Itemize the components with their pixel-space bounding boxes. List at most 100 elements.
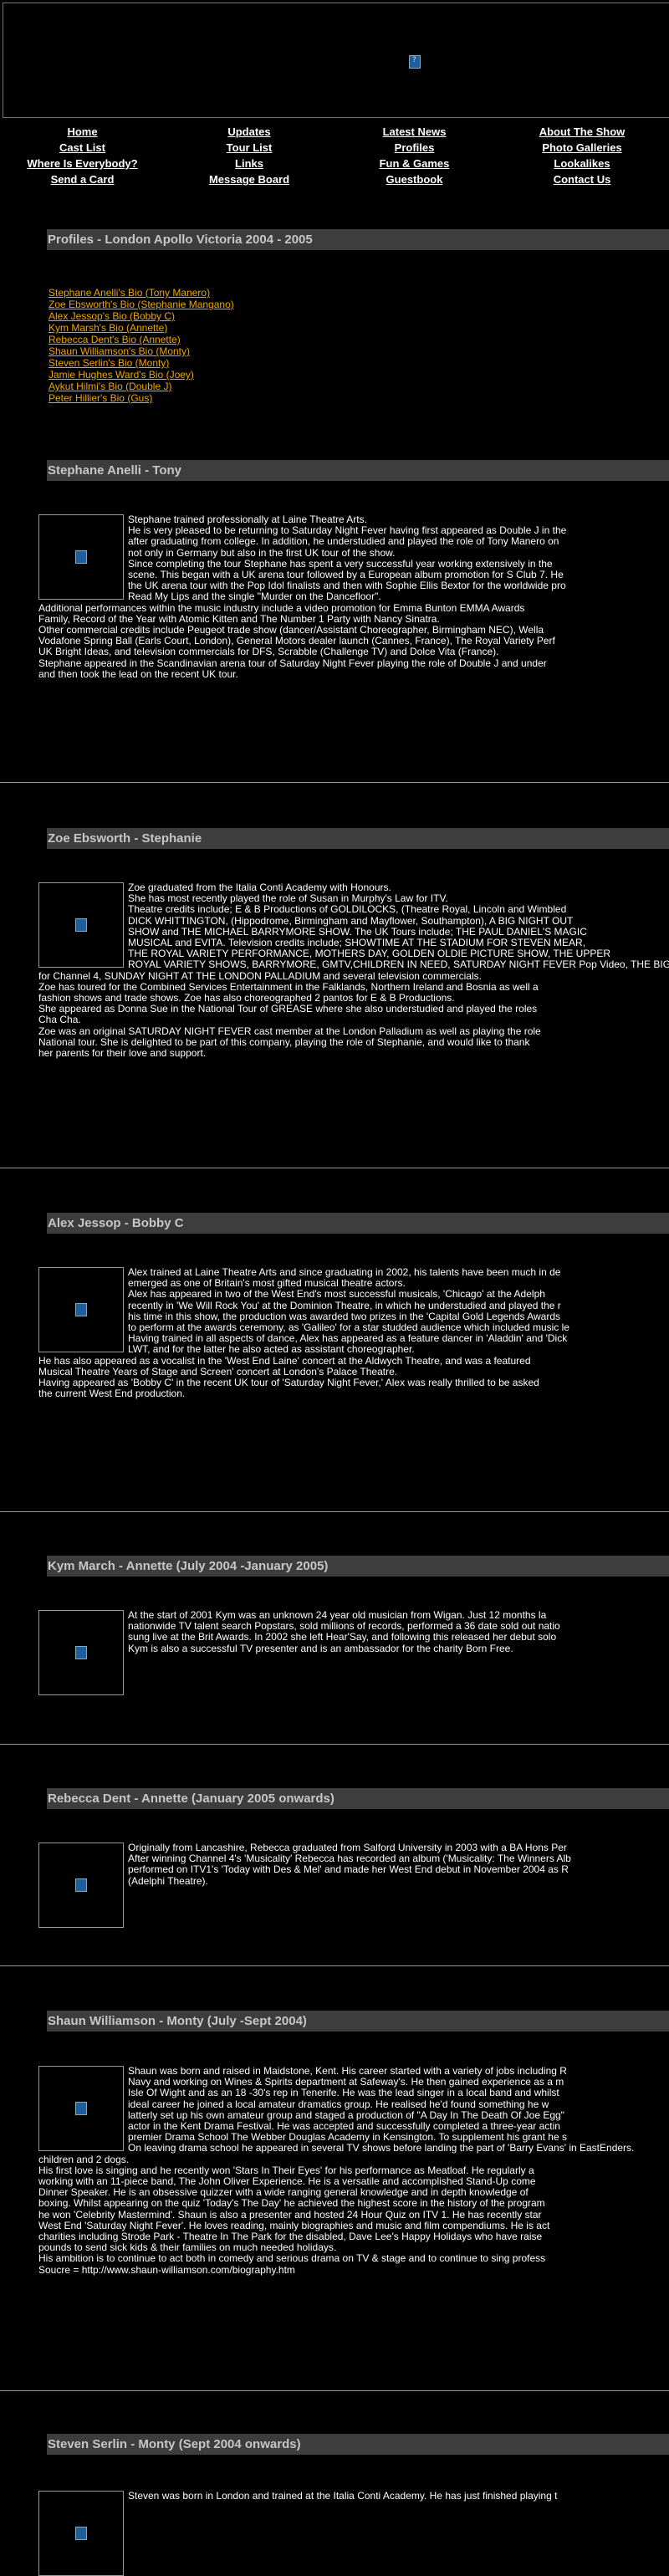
bio-line: (Adelphi Theatre). <box>128 1875 208 1887</box>
section-divider <box>0 782 669 783</box>
bio-heading: Stephane Anelli - Tony <box>47 460 669 481</box>
profile-photo <box>38 2491 124 2576</box>
bio-text: Shaun was born and raised in Maidstone, … <box>38 2066 669 2276</box>
profile-photo <box>38 1610 124 1695</box>
bio-line: His first love is singing and he recentl… <box>38 2165 534 2176</box>
bio-line: performed on ITV1's 'Today with Des & Me… <box>128 1864 569 1876</box>
bio-line: sung live at the Brit Awards. In 2002 sh… <box>128 1632 557 1643</box>
nav-link-cast-list[interactable]: Cast List <box>0 141 165 157</box>
bio-line: Stephane trained professionally at Laine… <box>128 514 367 525</box>
profile-link[interactable]: Kym Marsh's Bio (Annette) <box>49 322 234 334</box>
bio-line: the current West End production. <box>38 1388 186 1400</box>
profile-link[interactable]: Peter Hillier's Bio (Gus) <box>49 392 234 404</box>
nav-row: Home Updates Latest News About The Show <box>0 125 669 141</box>
bio-line: Dinner Speaker. He is an obsessive quizz… <box>38 2187 529 2199</box>
nav-link-photo-galleries[interactable]: Photo Galleries <box>495 141 669 157</box>
bio-line: Alex has appeared in two of the West End… <box>128 1289 545 1301</box>
bio-line: At the start of 2001 Kym was an unknown … <box>128 1610 547 1621</box>
nav-link-lookalikes[interactable]: Lookalikes <box>495 157 669 173</box>
bio-line: Zoe was an original SATURDAY NIGHT FEVER… <box>38 1025 541 1037</box>
bio-line: not only in Germany but also in the firs… <box>128 547 396 559</box>
bio-line: and then took the lead on the recent UK … <box>38 668 238 680</box>
profile-link[interactable]: Zoe Ebsworth's Bio (Stephanie Mangano) <box>49 299 234 310</box>
bio-heading: Rebecca Dent - Annette (January 2005 onw… <box>47 1788 669 1809</box>
bio-line: recently in 'We Will Rock You' at the Do… <box>128 1300 561 1311</box>
broken-image-icon <box>75 2527 87 2540</box>
bio-heading: Zoe Ebsworth - Stephanie <box>47 828 669 849</box>
bio-line: premier Drama School The Webber Douglas … <box>128 2132 567 2144</box>
bio-line: children and 2 dogs. <box>38 2154 130 2165</box>
profile-link[interactable]: Rebecca Dent's Bio (Annette) <box>49 334 234 345</box>
nav-link-profiles[interactable]: Profiles <box>334 141 495 157</box>
bio-line: Soucre = http://www.shaun-williamson.com… <box>38 2264 295 2276</box>
bio-line: Additional performances within the music… <box>38 602 525 614</box>
bio-line: fashion shows and trade shows. Zoe has a… <box>38 993 455 1004</box>
broken-image-icon <box>75 1878 87 1892</box>
bio-line: Since completing the tour Stephane has s… <box>128 558 553 570</box>
bio-line: National tour. She is delighted to be pa… <box>38 1036 530 1048</box>
broken-image-icon <box>75 2102 87 2115</box>
profile-link[interactable]: Alex Jessop's Bio (Bobby C) <box>49 310 234 322</box>
bio-line: Theatre credits include; E & B Productio… <box>128 904 567 916</box>
bio-line: latterly set up his own amateur group an… <box>128 2109 564 2121</box>
bio-line: Alex trained at Laine Theatre Arts and s… <box>128 1267 561 1278</box>
bio-line: for Channel 4, SUNDAY NIGHT AT THE LONDO… <box>38 970 482 982</box>
bio-line: MUSICAL and EVITA. Television credits in… <box>128 938 586 949</box>
nav-link-message-board[interactable]: Message Board <box>165 173 334 189</box>
bio-line: UK Bright Ideas, and television commerci… <box>38 647 499 658</box>
nav-link-tour-list[interactable]: Tour List <box>165 141 334 157</box>
bio-line: to perform at the awards ceremony, as 'G… <box>128 1322 569 1334</box>
bio-line: boxing. Whilst appearing on the quiz 'To… <box>38 2198 545 2210</box>
section-divider <box>0 1511 669 1512</box>
bio-line: ideal career he joined a local amateur d… <box>128 2098 549 2110</box>
profile-link[interactable]: Aykut Hilmi's Bio (Double J) <box>49 381 234 392</box>
profile-photo <box>38 1267 124 1352</box>
bio-line: Originally from Lancashire, Rebecca grad… <box>128 1843 567 1853</box>
broken-image-icon <box>75 1646 87 1659</box>
bio-line: West End 'Saturday Night Fever'. He love… <box>38 2220 550 2231</box>
nav-link-guestbook[interactable]: Guestbook <box>334 173 495 189</box>
nav-link-contact-us[interactable]: Contact Us <box>495 173 669 189</box>
bio-line: He has also appeared as a vocalist in th… <box>38 1355 531 1367</box>
nav-link-links[interactable]: Links <box>165 157 334 173</box>
bio-line: he won 'Celebrity Mastermind'. Shaun is … <box>38 2209 542 2221</box>
profile-link[interactable]: Jamie Hughes Ward's Bio (Joey) <box>49 369 234 381</box>
section-divider <box>0 1744 669 1745</box>
bio-line: Navy and working on Wines & Spirits depa… <box>128 2077 564 2088</box>
bio-line: scene. This began with a UK arena tour f… <box>128 570 564 581</box>
bio-line: Cha Cha. <box>38 1015 81 1026</box>
nav-link-fun-games[interactable]: Fun & Games <box>334 157 495 173</box>
bio-line: charities including Strode Park - Theatr… <box>38 2231 543 2243</box>
bio-line: his time in this show, the production wa… <box>128 1311 561 1322</box>
profile-link[interactable]: Stephane Anelli's Bio (Tony Manero) <box>49 287 234 299</box>
bio-line: Family, Record of the Year with Atomic K… <box>38 613 440 625</box>
bio-line: the UK arena tour with the Pop Idol fina… <box>128 580 566 592</box>
nav-link-where-is-everybody[interactable]: Where Is Everybody? <box>0 157 165 173</box>
bio-line: Shaun was born and raised in Maidstone, … <box>128 2066 567 2077</box>
bio-line: After winning Channel 4's 'Musicality' R… <box>128 1853 571 1865</box>
nav-row: Cast List Tour List Profiles Photo Gallerie… <box>0 141 669 157</box>
nav-link-latest-news[interactable]: Latest News <box>334 125 495 141</box>
bio-line: He is very pleased to be returning to Sa… <box>128 525 567 537</box>
bio-line: Isle Of Wight and as an 18 -30's rep in … <box>128 2088 559 2099</box>
bio-heading: Alex Jessop - Bobby C <box>47 1213 669 1234</box>
nav-link-about-the-show[interactable]: About The Show <box>495 125 669 141</box>
nav-row: Send a Card Message Board Guestbook Contact… <box>0 173 669 189</box>
bio-line: Vodafone Spring Ball (Earls Court, Londo… <box>38 636 555 647</box>
bio-line: Steven was born in London and trained at… <box>128 2491 558 2502</box>
bio-line: Zoe graduated from the Italia Conti Acad… <box>128 882 391 893</box>
bio-line: Read My Lips and the single "Murder on t… <box>128 591 381 603</box>
bio-text: Stephane trained professionally at Laine… <box>38 514 669 680</box>
bio-line: Having appeared as 'Bobby C' in the rece… <box>38 1377 539 1389</box>
nav-row: Where Is Everybody? Links Fun & Games Looka… <box>0 157 669 173</box>
nav-link-send-a-card[interactable]: Send a Card <box>0 173 165 189</box>
profile-photo <box>38 882 124 968</box>
profile-link[interactable]: Shaun Williamson's Bio (Monty) <box>49 345 234 357</box>
section-divider <box>0 2390 669 2391</box>
bio-line: Kym is also a successful TV presenter an… <box>128 1643 513 1654</box>
bio-line: working with an 11-piece band, The John … <box>38 2176 536 2188</box>
profile-link[interactable]: Steven Serlin's Bio (Monty) <box>49 357 234 369</box>
nav-link-home[interactable]: Home <box>0 125 165 141</box>
nav-link-updates[interactable]: Updates <box>165 125 334 141</box>
bio-line: She has most recently played the role of… <box>128 893 448 905</box>
